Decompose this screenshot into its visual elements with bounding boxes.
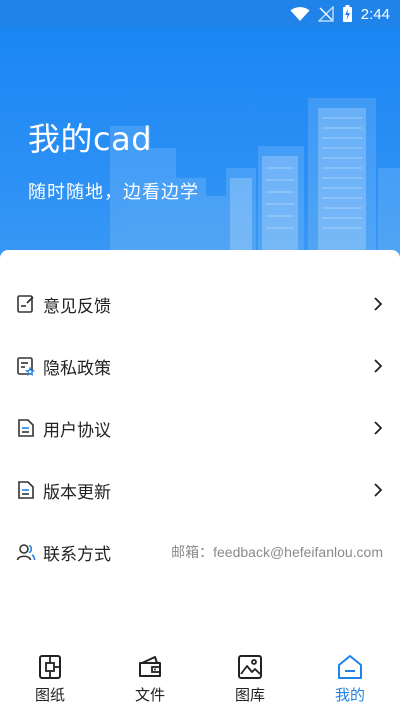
menu-item-user-agreement[interactable]: 用户协议 [0, 397, 400, 459]
menu-item-version-update[interactable]: 版本更新 [0, 459, 400, 521]
menu-item-label: 意见反馈 [43, 296, 111, 317]
drawing-icon [39, 655, 61, 679]
chevron-right-icon [374, 359, 383, 373]
tab-drawings[interactable]: 图纸 [0, 648, 100, 710]
page-title: 我的cad [28, 120, 153, 158]
tab-gallery[interactable]: 图库 [200, 648, 300, 710]
chevron-right-icon [374, 421, 383, 435]
menu-item-label: 版本更新 [43, 482, 111, 503]
tab-mine[interactable]: 我的 [300, 648, 400, 710]
chevron-right-icon [374, 297, 383, 311]
settings-menu: 意见反馈 隐私政策 用户协议 版本更新 联系方式 邮箱：feedback@hef… [0, 250, 400, 648]
tab-label: 我的 [334, 686, 365, 704]
tab-label: 图库 [234, 686, 265, 704]
tab-files[interactable]: 文件 [100, 648, 200, 710]
tab-label: 文件 [134, 686, 165, 704]
status-time: 2:44 [360, 5, 390, 23]
version-update-icon [18, 481, 34, 499]
contact-icon [16, 544, 36, 561]
menu-item-label: 联系方式 [43, 544, 111, 565]
home-icon [338, 655, 362, 679]
contact-email: 邮箱：feedback@hefeifanlou.com [171, 544, 383, 560]
wifi-icon [290, 7, 310, 21]
status-bar: 2:44 [0, 0, 400, 28]
battery-charging-icon [342, 5, 352, 22]
user-agreement-icon [18, 419, 34, 437]
menu-item-label: 隐私政策 [43, 358, 111, 379]
profile-header: 我的cad 随时随地，边看边学 [0, 28, 400, 268]
tab-label: 图纸 [34, 686, 65, 704]
chevron-right-icon [374, 483, 383, 497]
menu-item-feedback[interactable]: 意见反馈 [0, 273, 400, 335]
wallet-file-icon [139, 656, 161, 677]
privacy-icon [17, 357, 36, 376]
feedback-icon [17, 295, 34, 313]
menu-item-contact[interactable]: 联系方式 邮箱：feedback@hefeifanlou.com [0, 521, 400, 583]
menu-item-label: 用户协议 [43, 420, 111, 441]
gallery-icon [238, 655, 262, 679]
bottom-tab-bar: 图纸 文件 图库 我的 [0, 648, 400, 710]
no-signal-icon [317, 6, 334, 22]
menu-item-privacy[interactable]: 隐私政策 [0, 335, 400, 397]
page-subtitle: 随时随地，边看边学 [28, 182, 199, 203]
